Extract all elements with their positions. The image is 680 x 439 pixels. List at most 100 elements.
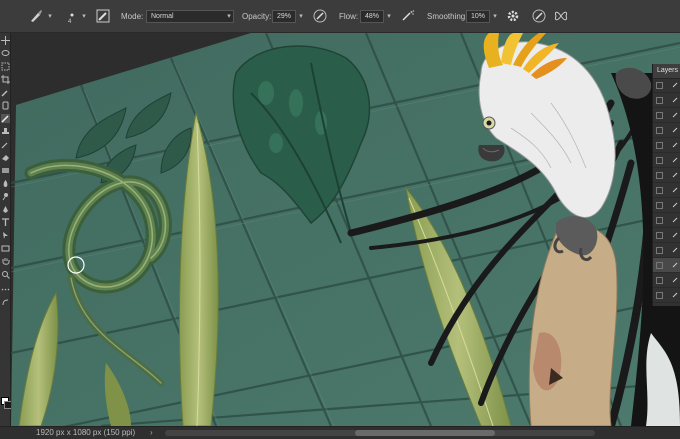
crop-tool-icon[interactable] <box>1 75 10 84</box>
layer-brush-icon <box>672 217 678 223</box>
type-tool-icon[interactable] <box>1 218 10 227</box>
rectangle-tool-icon[interactable] <box>1 244 10 253</box>
marquee-tool-icon[interactable] <box>1 62 10 71</box>
visibility-icon[interactable] <box>656 82 663 89</box>
layer-row[interactable] <box>653 138 680 153</box>
visibility-icon[interactable] <box>656 97 663 104</box>
pressure-opacity-icon[interactable] <box>312 8 328 24</box>
layer-row[interactable] <box>653 243 680 258</box>
document-size-info[interactable]: 1920 px x 1080 px (150 ppi) <box>36 428 135 437</box>
artwork-illustration <box>11 33 680 426</box>
healing-brush-tool-icon[interactable] <box>1 101 10 110</box>
more-tools-icon[interactable] <box>1 285 10 294</box>
path-selection-tool-icon[interactable] <box>1 231 10 240</box>
visibility-icon[interactable] <box>656 127 663 134</box>
brush-settings-icon[interactable] <box>95 8 111 24</box>
layer-brush-icon <box>672 172 678 178</box>
horizontal-scrollbar[interactable] <box>165 430 595 436</box>
eraser-tool-icon[interactable] <box>1 153 10 162</box>
layer-row[interactable] <box>653 123 680 138</box>
blur-tool-icon[interactable] <box>1 179 10 188</box>
pressure-size-icon[interactable] <box>531 8 547 24</box>
layer-row[interactable] <box>653 168 680 183</box>
layer-row[interactable] <box>653 153 680 168</box>
layer-brush-icon <box>672 97 678 103</box>
gradient-tool-icon[interactable] <box>1 166 10 175</box>
opacity-label: Opacity: <box>242 12 272 21</box>
visibility-icon[interactable] <box>656 262 663 269</box>
visibility-icon[interactable] <box>656 217 663 224</box>
layer-brush-icon <box>672 142 678 148</box>
smoothing-label: Smoothing: <box>427 12 468 21</box>
brush-tool-icon[interactable] <box>1 114 10 123</box>
layer-brush-icon <box>672 277 678 283</box>
layer-brush-icon <box>672 292 678 298</box>
status-menu-arrow[interactable]: › <box>150 428 153 437</box>
visibility-icon[interactable] <box>656 157 663 164</box>
layer-brush-icon <box>672 202 678 208</box>
layer-brush-icon <box>672 157 678 163</box>
mode-label: Mode: <box>121 12 144 21</box>
zoom-tool-icon[interactable] <box>1 270 10 279</box>
eyedropper-tool-icon[interactable] <box>1 88 10 97</box>
visibility-icon[interactable] <box>656 112 663 119</box>
brush-size-picker[interactable]: 4 <box>62 7 82 27</box>
options-bar: ▾ 4 ▾ Mode: Normal ▾ Opacity: 29% ▾ Flow… <box>0 0 680 33</box>
symmetry-butterfly-icon[interactable] <box>553 8 569 24</box>
brush-size-chevron-icon[interactable]: ▾ <box>80 10 88 23</box>
document-canvas[interactable] <box>11 33 680 426</box>
layer-row-selected[interactable] <box>653 258 680 273</box>
visibility-icon[interactable] <box>656 277 663 284</box>
layer-brush-icon <box>672 127 678 133</box>
mode-chevron-icon[interactable]: ▾ <box>225 10 233 23</box>
layer-row[interactable] <box>653 288 680 303</box>
layer-row[interactable] <box>653 108 680 123</box>
layer-row[interactable] <box>653 78 680 93</box>
opacity-chevron-icon[interactable]: ▾ <box>297 10 305 23</box>
layer-row[interactable] <box>653 273 680 288</box>
brush-preset-icon[interactable] <box>28 8 44 24</box>
visibility-icon[interactable] <box>656 187 663 194</box>
tools-panel <box>0 33 12 426</box>
layers-panel: Layers <box>652 64 680 306</box>
smoothing-options-gear-icon[interactable] <box>505 8 521 24</box>
layer-row[interactable] <box>653 213 680 228</box>
airbrush-icon[interactable] <box>400 8 416 24</box>
layer-brush-icon <box>672 232 678 238</box>
brush-preset-chevron-icon[interactable]: ▾ <box>46 10 54 23</box>
layer-brush-icon <box>672 187 678 193</box>
hand-tool-icon[interactable] <box>1 257 10 266</box>
flow-chevron-icon[interactable]: ▾ <box>385 10 393 23</box>
layer-row[interactable] <box>653 93 680 108</box>
layer-row[interactable] <box>653 183 680 198</box>
pen-tool-icon[interactable] <box>1 205 10 214</box>
layer-row[interactable] <box>653 228 680 243</box>
dodge-tool-icon[interactable] <box>1 192 10 201</box>
layer-brush-icon <box>672 82 678 88</box>
brush-size-value: 4 <box>68 19 72 25</box>
visibility-icon[interactable] <box>656 202 663 209</box>
mode-select[interactable]: Normal <box>146 10 234 23</box>
lasso-tool-icon[interactable] <box>1 49 10 58</box>
visibility-icon[interactable] <box>656 232 663 239</box>
clone-stamp-tool-icon[interactable] <box>1 127 10 136</box>
layer-row[interactable] <box>653 198 680 213</box>
visibility-icon[interactable] <box>656 247 663 254</box>
visibility-icon[interactable] <box>656 292 663 299</box>
smoothing-input[interactable]: 10% <box>466 10 490 23</box>
flow-input[interactable]: 48% <box>360 10 384 23</box>
layer-brush-icon <box>672 112 678 118</box>
layer-brush-icon <box>672 262 678 268</box>
move-tool-icon[interactable] <box>1 36 10 45</box>
layers-panel-title: Layers <box>657 67 679 74</box>
layers-panel-header[interactable]: Layers <box>653 64 680 79</box>
smoothing-chevron-icon[interactable]: ▾ <box>491 10 499 23</box>
swap-colors-icon[interactable] <box>1 298 10 307</box>
layer-brush-icon <box>672 247 678 253</box>
opacity-input[interactable]: 29% <box>272 10 296 23</box>
history-brush-tool-icon[interactable] <box>1 140 10 149</box>
horizontal-scrollbar-thumb[interactable] <box>355 430 495 436</box>
visibility-icon[interactable] <box>656 172 663 179</box>
visibility-icon[interactable] <box>656 142 663 149</box>
status-bar: 1920 px x 1080 px (150 ppi) › <box>0 426 680 439</box>
